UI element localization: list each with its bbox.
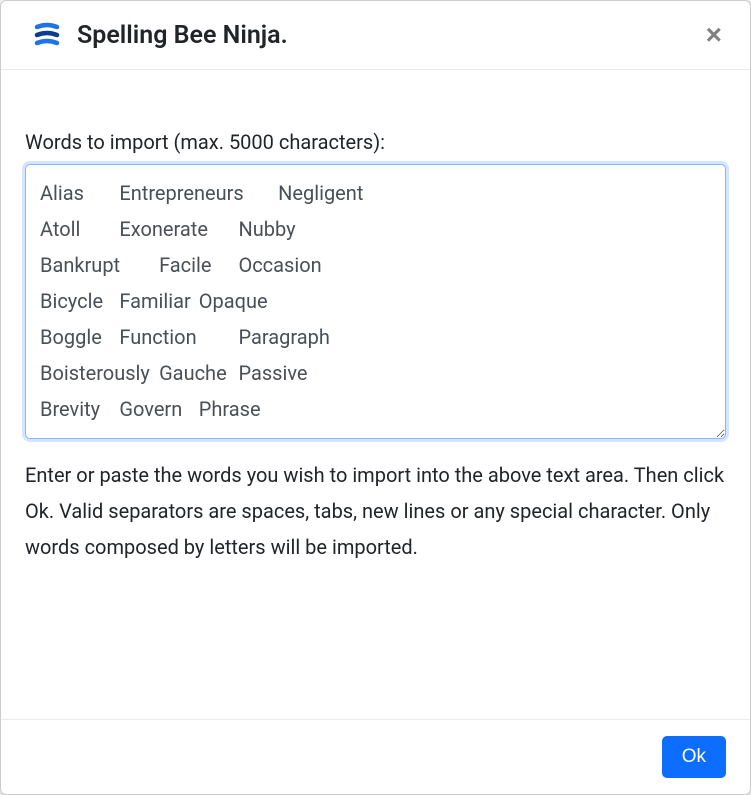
import-words-dialog: Spelling Bee Ninja. × Words to import (m… (0, 0, 751, 795)
close-button[interactable]: × (702, 21, 726, 49)
words-label: Words to import (max. 5000 characters): (25, 130, 726, 154)
app-logo-icon (31, 19, 63, 51)
close-icon: × (706, 19, 722, 50)
dialog-header: Spelling Bee Ninja. × (1, 1, 750, 70)
ok-button[interactable]: Ok (662, 736, 726, 778)
dialog-footer: Ok (1, 719, 750, 794)
dialog-title: Spelling Bee Ninja. (77, 21, 288, 50)
dialog-body: Words to import (max. 5000 characters): … (1, 70, 750, 719)
help-text: Enter or paste the words you wish to imp… (25, 457, 726, 565)
words-textarea[interactable]: Alias Entrepreneurs Negligent Atoll Exon… (25, 164, 726, 439)
header-left: Spelling Bee Ninja. (31, 19, 288, 51)
